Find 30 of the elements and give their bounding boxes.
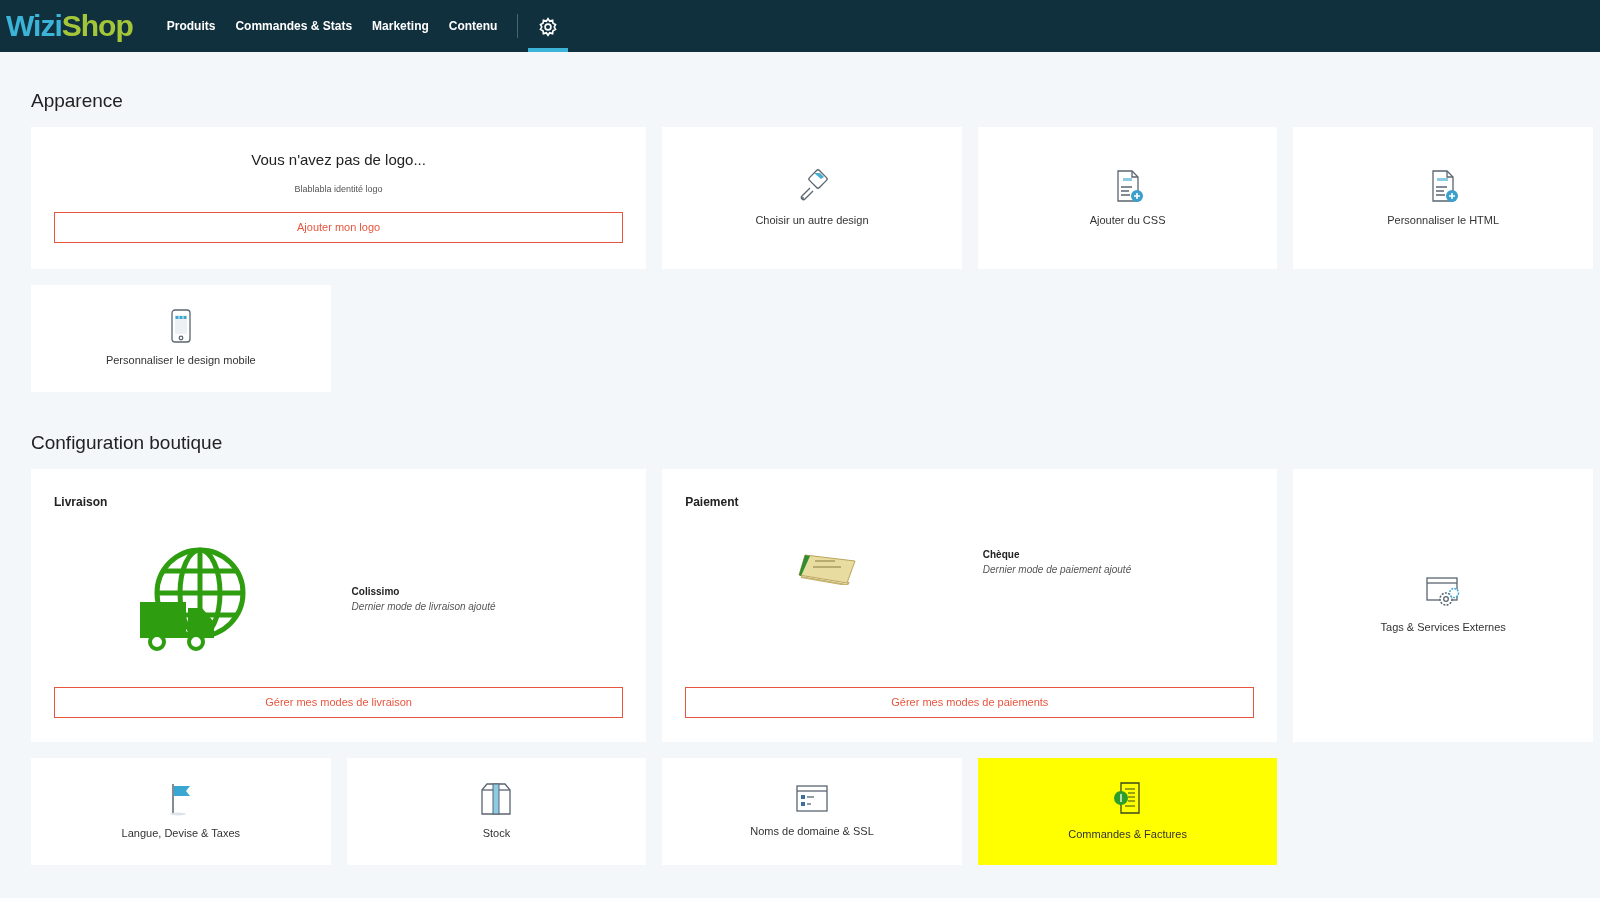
manage-button[interactable]: Gérer mes modes de paiements: [685, 686, 1255, 718]
settings-tile[interactable]: Commandes & Factures: [977, 757, 1278, 865]
browser-window-icon: [794, 782, 830, 815]
settings-tile[interactable]: Langue, Devise & Taxes: [31, 757, 331, 865]
manage-button[interactable]: Gérer mes modes de livraison: [54, 686, 624, 718]
card-subtitle: Blablabla identité logo: [293, 183, 384, 197]
nav-link[interactable]: Marketing: [362, 0, 439, 52]
nav-link[interactable]: Produits: [156, 0, 226, 52]
settings-tile[interactable]: Choisir un autre design: [662, 126, 962, 269]
settings-tile[interactable]: Stock: [346, 757, 647, 865]
smartphone-icon: [168, 308, 193, 345]
add-logo-button[interactable]: Ajouter mon logo: [54, 211, 624, 243]
settings-tile[interactable]: Noms de domaine & SSL: [662, 757, 962, 865]
nav-link[interactable]: Commandes & Stats: [225, 0, 363, 52]
method-name: Colissimo: [351, 584, 401, 599]
settings-tile[interactable]: Personnaliser le design mobile: [31, 284, 331, 392]
settings-tile[interactable]: Ajouter du CSS: [977, 126, 1278, 269]
card-title: Livraison: [54, 493, 109, 511]
nav-link[interactable]: Contenu: [438, 0, 508, 52]
gear-icon: [538, 16, 559, 37]
settings-tile[interactable]: Tags & Services Externes: [1293, 468, 1593, 742]
method-note: Dernier mode de livraison ajouté: [351, 599, 496, 614]
settings-tile[interactable]: Personnaliser le HTML: [1293, 126, 1593, 269]
section-title: Apparence: [31, 90, 124, 113]
card-title: Paiement: [685, 493, 740, 511]
section-title: Configuration boutique: [31, 431, 224, 455]
card-title: Vous n'avez pas de logo...: [250, 149, 427, 170]
brand-logo[interactable]: WiziShop: [6, 11, 133, 41]
method-name: Chèque: [982, 547, 1021, 562]
method-note: Dernier mode de paiement ajouté: [982, 562, 1132, 577]
